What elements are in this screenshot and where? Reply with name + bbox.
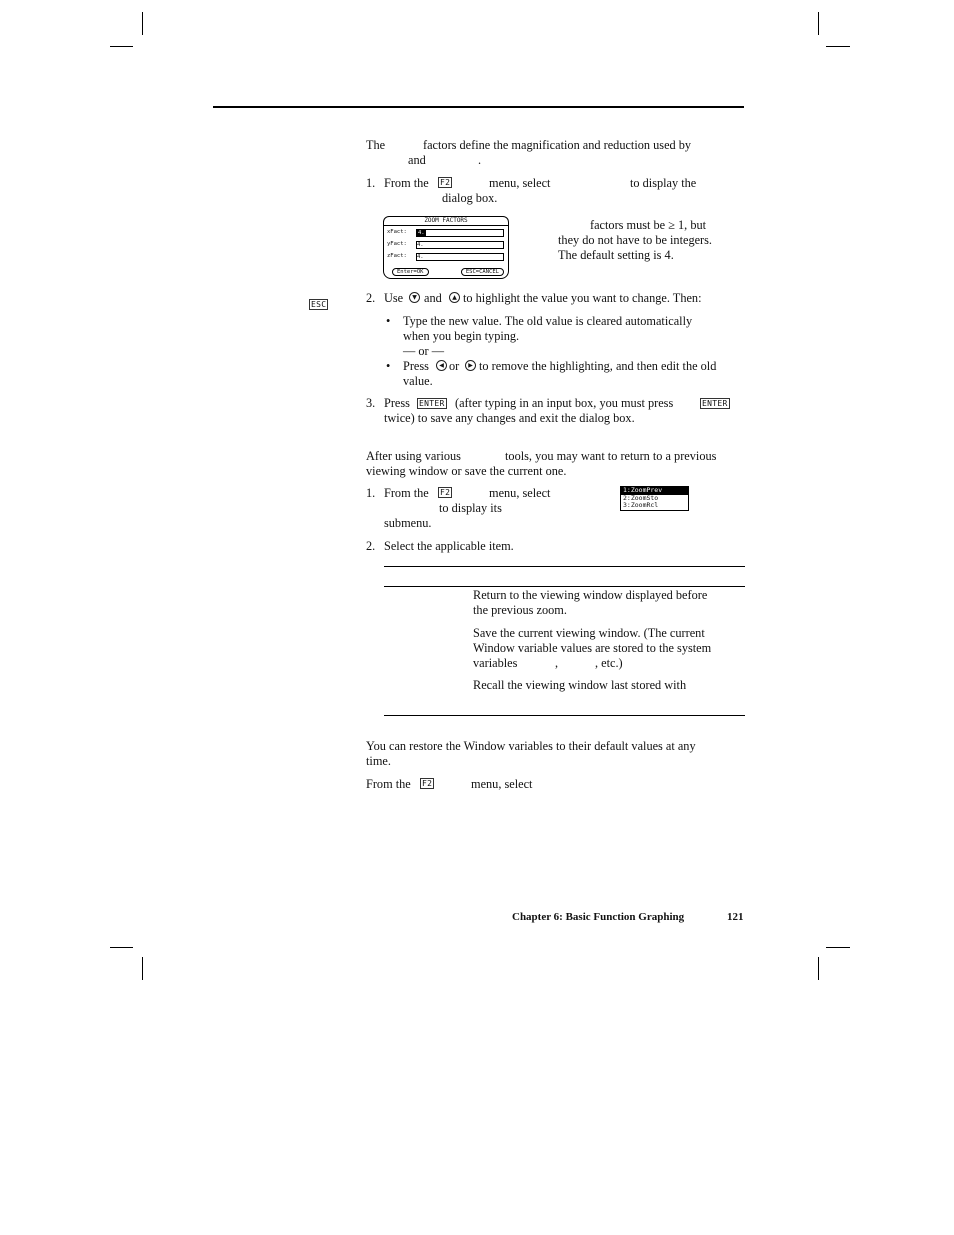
step-number: 2.	[366, 291, 376, 305]
xfact-label: xFact:	[387, 229, 407, 235]
table-cell: Return to the viewing window displayed b…	[473, 588, 708, 602]
table-rule	[384, 715, 745, 716]
text: .	[478, 153, 482, 167]
note-text: factors must be ≥ 1, but	[590, 218, 707, 232]
text: Press	[384, 396, 410, 410]
crop-mark	[826, 947, 850, 948]
f2-key: F2	[438, 487, 453, 498]
xfact-field: 4.	[416, 229, 504, 237]
step-number: 1.	[366, 486, 376, 500]
text: tools, you may want to return to a previ…	[505, 449, 717, 463]
table-cell: variables	[473, 656, 518, 670]
text: to display the	[630, 176, 697, 190]
f2-key: F2	[420, 778, 435, 789]
text: viewing window or save the current one.	[366, 464, 567, 478]
cancel-button: ESC=CANCEL	[460, 268, 504, 276]
table-cell: Recall the viewing window last stored wi…	[473, 678, 687, 692]
text: Use	[384, 291, 404, 305]
text: factors define the magnification and red…	[423, 138, 692, 152]
text: and	[424, 291, 442, 305]
note-text: The default setting is 4.	[558, 248, 674, 262]
crop-mark	[142, 957, 143, 980]
table-cell: the previous zoom.	[473, 603, 567, 617]
text: to highlight the value you want to chang…	[463, 291, 702, 305]
text: submenu.	[384, 516, 432, 530]
zoom-factors-dialog-screenshot: ZOOM FACTORS xFact: 4. yFact: 4. zFact: …	[383, 216, 509, 279]
table-rule	[384, 586, 745, 587]
yfact-value: 4.	[417, 242, 424, 248]
text: menu, select	[489, 176, 551, 190]
zfact-value: 4.	[417, 254, 424, 260]
crop-mark	[818, 957, 819, 980]
text: The	[366, 138, 386, 152]
table-cell: Window variable values are stored to the…	[473, 641, 712, 655]
menu-item-zoomrcl: 3:ZoomRcl	[623, 501, 659, 509]
text: when you begin typing.	[403, 329, 520, 343]
esc-key: ESC	[309, 299, 329, 310]
down-arrow-icon: ▼	[409, 292, 420, 303]
crop-mark	[110, 947, 133, 948]
bullet: •	[386, 314, 391, 328]
yfact-field: 4.	[416, 241, 504, 249]
text: to remove the highlighting, and then edi…	[479, 359, 717, 373]
bullet: •	[386, 359, 391, 373]
text: dialog box.	[442, 191, 498, 205]
text: Select the applicable item.	[384, 539, 514, 553]
text: From the	[384, 176, 429, 190]
f2-key: F2	[438, 177, 453, 188]
text: to display its	[439, 501, 502, 515]
table-rule	[384, 566, 745, 567]
right-arrow-icon: ▶	[465, 360, 476, 371]
text: You can restore the Window variables to …	[366, 739, 696, 753]
text: From the	[366, 777, 411, 791]
text: (after typing in an input box, you must …	[455, 396, 674, 410]
text: value.	[403, 374, 433, 388]
text: — or —	[403, 344, 444, 358]
zfact-field: 4.	[416, 253, 504, 261]
crop-mark	[818, 12, 819, 35]
text: and	[408, 153, 426, 167]
step-number: 3.	[366, 396, 376, 410]
step-number: 2.	[366, 539, 376, 553]
chapter-footer: Chapter 6: Basic Function Graphing	[512, 911, 685, 923]
xfact-value: 4.	[417, 230, 426, 236]
crop-mark	[142, 12, 143, 35]
table-cell: , etc.)	[595, 656, 623, 670]
text: menu, select	[471, 777, 533, 791]
table-cell: Save the current viewing window. (The cu…	[473, 626, 705, 640]
text: time.	[366, 754, 391, 768]
enter-key: ENTER	[417, 398, 447, 409]
yfact-label: yFact:	[387, 241, 407, 247]
text: Press	[403, 359, 429, 373]
text: twice) to save any changes and exit the …	[384, 411, 635, 425]
text: menu, select	[489, 486, 551, 500]
page-number: 121	[727, 911, 744, 923]
left-arrow-icon: ◀	[436, 360, 447, 371]
crop-mark	[826, 46, 850, 47]
memory-submenu-screenshot: 1:ZoomPrev 2:ZoomSto 3:ZoomRcl	[620, 486, 689, 511]
crop-mark	[110, 46, 133, 47]
dialog-title: ZOOM FACTORS	[384, 217, 508, 226]
step-number: 1.	[366, 176, 376, 190]
zfact-label: zFact:	[387, 253, 407, 259]
text: After using various	[366, 449, 461, 463]
note-text: they do not have to be integers.	[558, 233, 713, 247]
ok-button: Enter=OK	[392, 268, 429, 276]
up-arrow-icon: ▲	[449, 292, 460, 303]
table-cell: ,	[555, 656, 559, 670]
text: Type the new value. The old value is cle…	[403, 314, 693, 328]
text: or	[449, 359, 460, 373]
header-rule	[213, 106, 744, 108]
enter-key: ENTER	[700, 398, 730, 409]
text: From the	[384, 486, 429, 500]
